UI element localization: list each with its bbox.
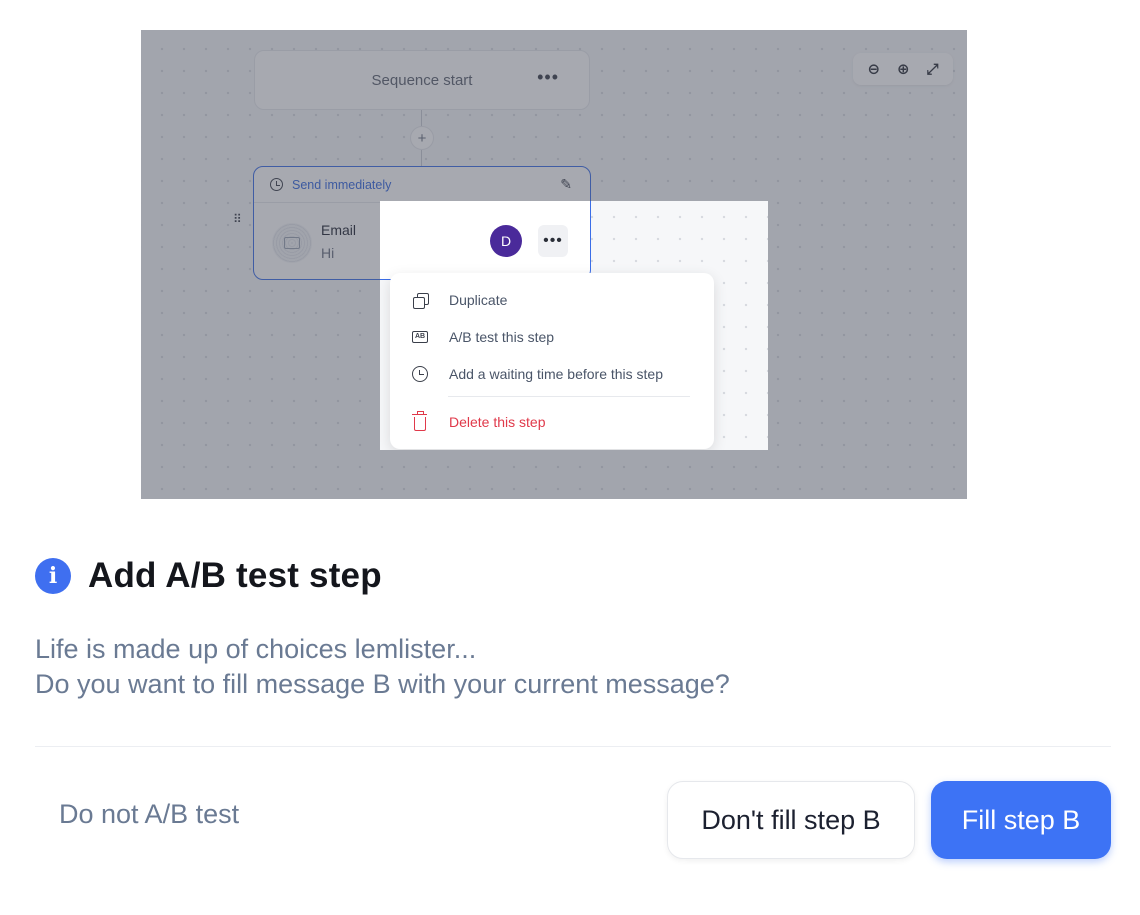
ab-test-icon: AB — [411, 328, 429, 346]
duplicate-icon — [411, 291, 429, 309]
step-context-menu: Duplicate AB A/B test this step Add a wa… — [390, 273, 714, 449]
avatar: D — [490, 225, 522, 257]
dialog-divider — [35, 746, 1111, 747]
do-not-ab-test-button[interactable]: Do not A/B test — [59, 799, 239, 830]
highlighted-region: D ••• Duplicate AB A/B test this step Ad… — [380, 201, 768, 450]
menu-item-ab-test: AB A/B test this step — [390, 318, 714, 355]
dialog-body-line-2: Do you want to fill message B with your … — [35, 669, 730, 699]
menu-item-delete: Delete this step — [390, 403, 714, 440]
menu-item-duplicate: Duplicate — [390, 281, 714, 318]
menu-item-label: Duplicate — [449, 291, 508, 308]
illustration-screenshot: Sequence start ••• + Send immediately ✎ … — [141, 30, 967, 499]
menu-divider — [448, 396, 690, 397]
info-icon: i — [35, 558, 71, 594]
fill-step-b-button[interactable]: Fill step B — [931, 781, 1111, 859]
dialog-body-line-1: Life is made up of choices lemlister... — [35, 634, 477, 664]
menu-item-add-waiting-time: Add a waiting time before this step — [390, 355, 714, 392]
menu-item-label: A/B test this step — [449, 328, 555, 345]
dialog-header: i Add A/B test step — [35, 556, 382, 596]
dialog-body: Life is made up of choices lemlister... … — [35, 632, 730, 702]
menu-item-label: Delete this step — [449, 413, 546, 430]
dialog-title: Add A/B test step — [88, 556, 382, 595]
trash-icon — [411, 410, 429, 431]
dont-fill-step-b-button[interactable]: Don't fill step B — [667, 781, 915, 859]
clock-icon — [411, 365, 429, 383]
menu-item-label: Add a waiting time before this step — [449, 365, 664, 382]
more-options-icon: ••• — [538, 225, 568, 257]
